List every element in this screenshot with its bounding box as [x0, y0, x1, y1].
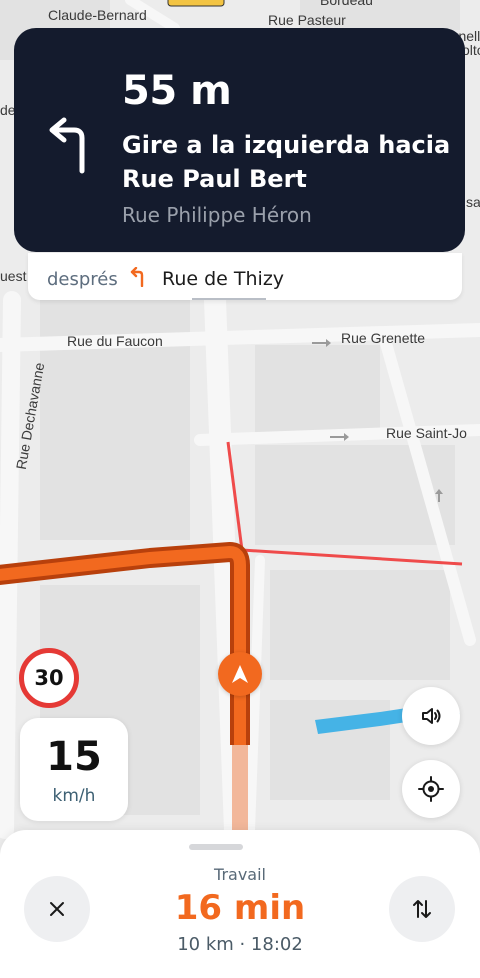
swap-vertical-icon	[413, 900, 431, 918]
map-label-rue-saint-jo: Rue Saint-Jo	[386, 425, 467, 441]
turn-left-small-icon	[128, 266, 148, 292]
sheet-handle[interactable]	[189, 844, 243, 850]
next-maneuver-bar[interactable]: després Rue de Thizy	[28, 253, 462, 300]
current-position-marker	[218, 652, 262, 696]
navigation-arrow-icon	[232, 665, 248, 683]
sound-button[interactable]	[402, 687, 460, 745]
map-label-rue-grenette: Rue Grenette	[341, 330, 426, 346]
speed-limit-sign: 30	[19, 648, 79, 708]
volume-icon	[422, 708, 441, 724]
route-options-button[interactable]	[389, 876, 455, 942]
distance-to-turn: 55 m	[122, 68, 232, 114]
trip-summary-sheet[interactable]: Travail 16 min 10 km · 18:02	[0, 830, 480, 978]
turn-left-arrow-icon	[44, 116, 94, 181]
map-label-rue-pasteur: Rue Pasteur	[268, 12, 346, 28]
turn-instruction-line1: Gire a la izquierda hacia	[122, 131, 451, 159]
crosshair-icon	[418, 776, 444, 802]
then-divider	[192, 298, 266, 300]
current-speed: 15	[46, 734, 102, 780]
recenter-button[interactable]	[402, 760, 460, 818]
map-label-uest: uest	[0, 268, 27, 284]
turn-instruction-line2: Rue Paul Bert	[122, 165, 307, 193]
map-label-claude-bernard: Claude-Bernard	[48, 7, 147, 23]
speed-unit: km/h	[52, 786, 96, 806]
turn-instruction: Gire a la izquierda hacia Rue Paul Bert	[122, 128, 452, 196]
current-street: Rue Philippe Héron	[122, 203, 312, 227]
then-label: després	[47, 269, 118, 290]
navigation-banner[interactable]: 55 m Gire a la izquierda hacia Rue Paul …	[14, 28, 465, 252]
map-label-sac: sac	[466, 194, 480, 210]
speedometer: 15 km/h	[20, 718, 128, 821]
map-label-bordeaux: Bordeau	[320, 0, 373, 8]
then-street: Rue de Thizy	[162, 268, 285, 290]
map-label-rue-du-faucon: Rue du Faucon	[67, 333, 163, 349]
